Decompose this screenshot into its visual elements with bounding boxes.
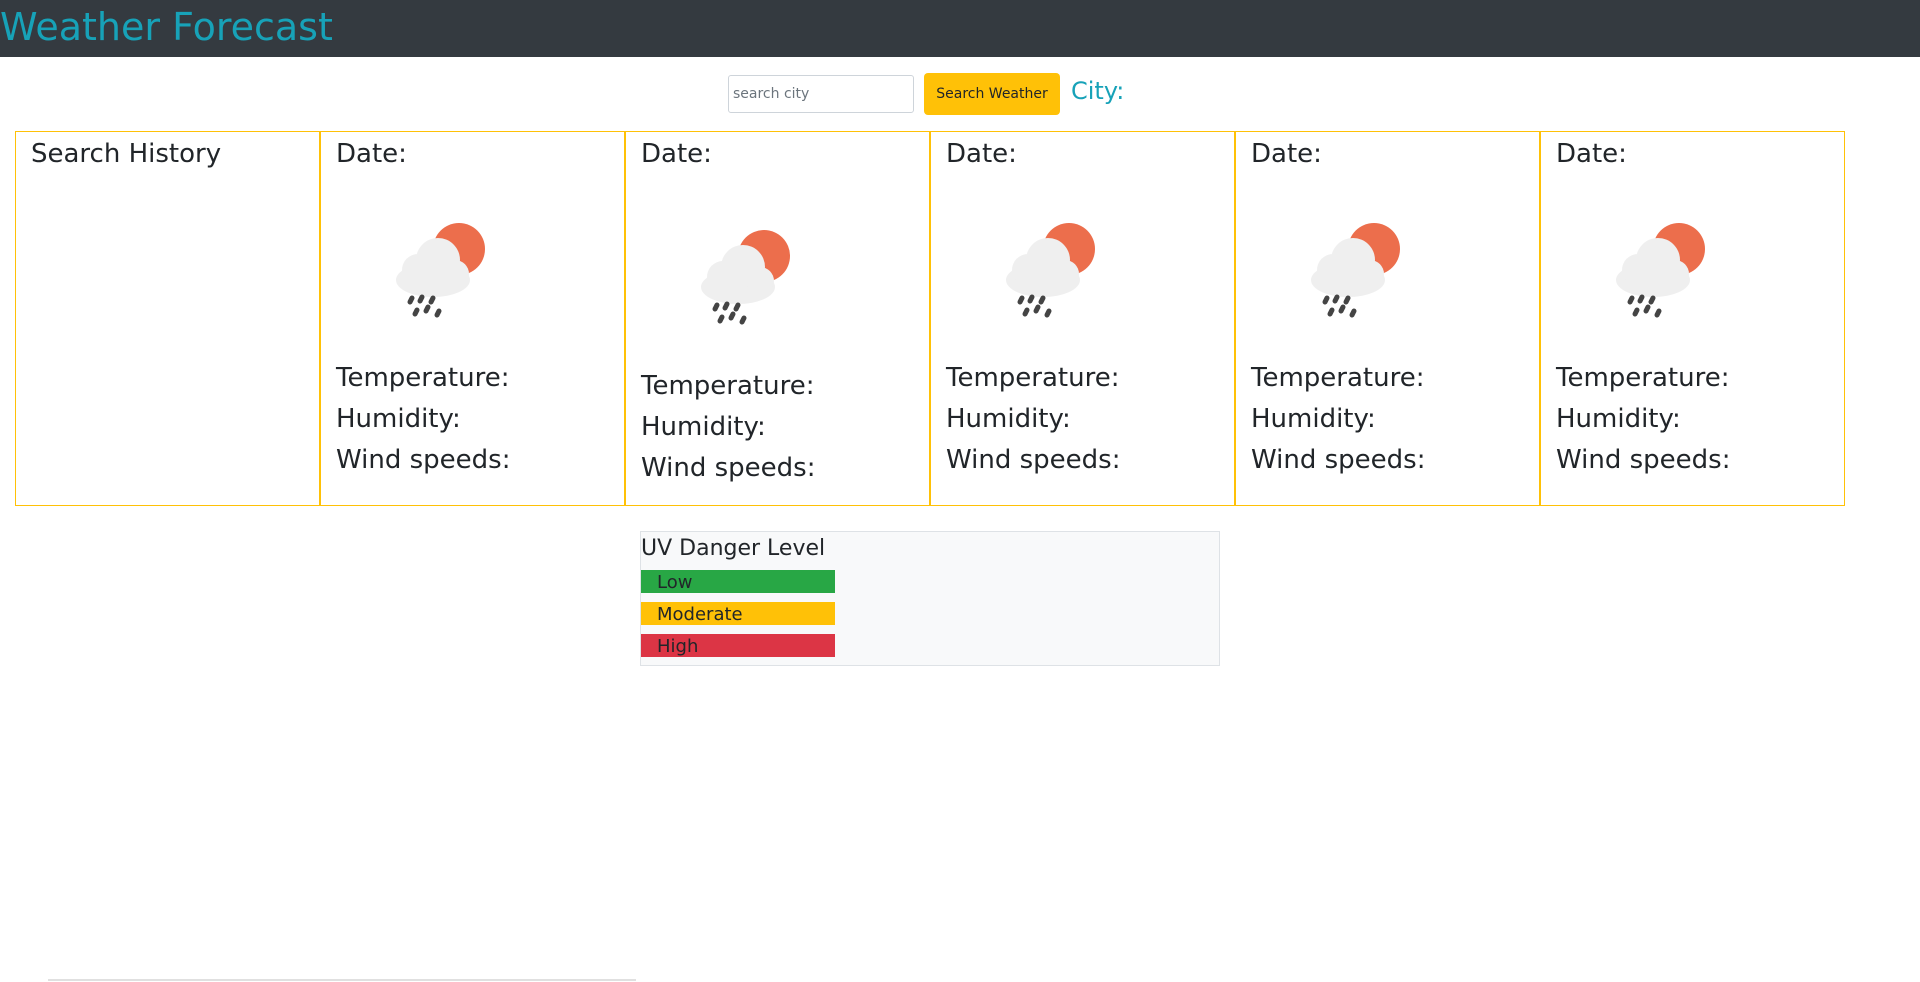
forecast-day-card: Date: Temperature: Humidity: Wind speeds… xyxy=(320,131,625,506)
uv-danger-legend: UV Danger Level Low Moderate High xyxy=(640,531,1220,666)
search-history-title: Search History xyxy=(31,139,222,169)
rain-cloud-sun-icon xyxy=(686,219,796,329)
search-bar: Search Weather City: xyxy=(728,72,1124,116)
wind-speed-label: Wind speeds: xyxy=(946,445,1121,475)
temperature-label: Temperature: xyxy=(641,371,815,401)
humidity-label: Humidity: xyxy=(946,404,1071,434)
humidity-label: Humidity: xyxy=(1556,404,1681,434)
temperature-label: Temperature: xyxy=(336,363,510,393)
day-stats: Temperature: Humidity: Wind speeds: xyxy=(641,366,815,489)
navbar: Weather Forecast xyxy=(0,0,1920,57)
rain-cloud-sun-icon xyxy=(991,212,1101,322)
wind-speed-label: Wind speeds: xyxy=(336,445,511,475)
date-label: Date: xyxy=(1556,139,1627,169)
day-stats: Temperature: Humidity: Wind speeds: xyxy=(946,358,1120,481)
uv-level-high: High xyxy=(641,634,835,657)
date-label: Date: xyxy=(641,139,712,169)
temperature-label: Temperature: xyxy=(1251,363,1425,393)
day-stats: Temperature: Humidity: Wind speeds: xyxy=(336,358,510,481)
search-weather-button[interactable]: Search Weather xyxy=(924,73,1060,115)
day-stats: Temperature: Humidity: Wind speeds: xyxy=(1251,358,1425,481)
humidity-label: Humidity: xyxy=(336,404,461,434)
rain-cloud-sun-icon xyxy=(381,212,491,322)
date-label: Date: xyxy=(946,139,1017,169)
rain-cloud-sun-icon xyxy=(1601,212,1711,322)
wind-speed-label: Wind speeds: xyxy=(1251,445,1426,475)
forecast-row: Search History Date: Temperature: Humidi… xyxy=(15,131,1845,506)
uv-level-moderate: Moderate xyxy=(641,602,835,625)
date-label: Date: xyxy=(1251,139,1322,169)
wind-speed-label: Wind speeds: xyxy=(641,453,816,483)
search-history-panel: Search History xyxy=(15,131,320,506)
uv-legend-title: UV Danger Level xyxy=(641,536,826,561)
wind-speed-label: Wind speeds: xyxy=(1556,445,1731,475)
forecast-day-card: Date: Temperature: Humidity: Wind speeds… xyxy=(625,131,930,506)
forecast-day-card: Date: Temperature: Humidity: Wind speeds… xyxy=(1235,131,1540,506)
city-label: City: xyxy=(1071,77,1125,105)
temperature-label: Temperature: xyxy=(946,363,1120,393)
humidity-label: Humidity: xyxy=(1251,404,1376,434)
app-title: Weather Forecast xyxy=(0,5,333,49)
forecast-day-card: Date: Temperature: Humidity: Wind speeds… xyxy=(1540,131,1845,506)
day-stats: Temperature: Humidity: Wind speeds: xyxy=(1556,358,1730,481)
rain-cloud-sun-icon xyxy=(1296,212,1406,322)
date-label: Date: xyxy=(336,139,407,169)
humidity-label: Humidity: xyxy=(641,412,766,442)
forecast-day-card: Date: Temperature: Humidity: Wind speeds… xyxy=(930,131,1235,506)
temperature-label: Temperature: xyxy=(1556,363,1730,393)
horizontal-scrollbar[interactable] xyxy=(48,979,636,981)
search-input[interactable] xyxy=(728,75,914,113)
uv-level-low: Low xyxy=(641,570,835,593)
